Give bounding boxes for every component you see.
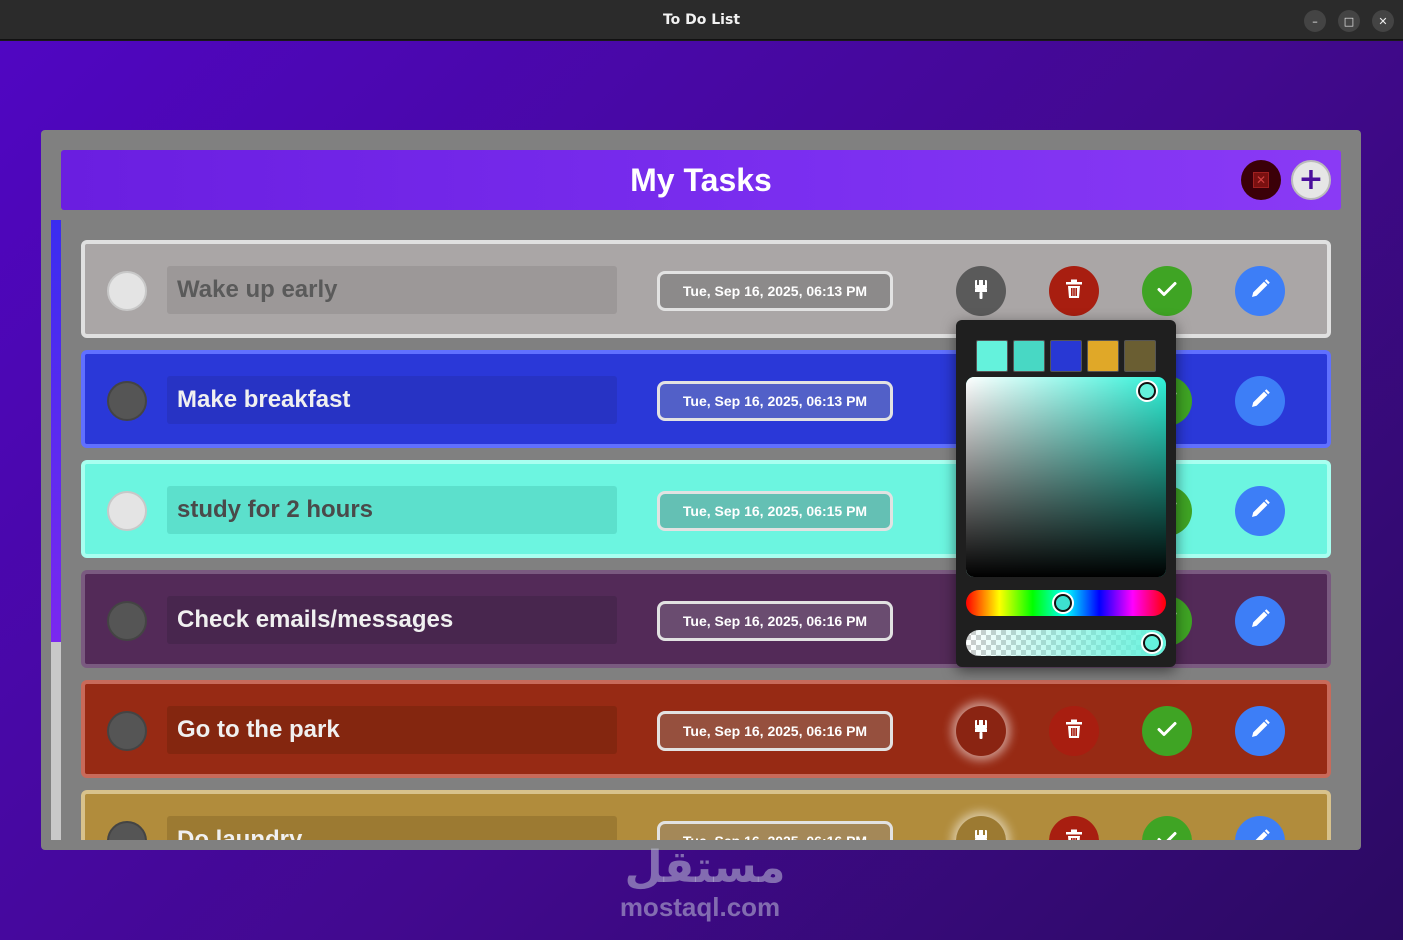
task-name[interactable]: Go to the park [167, 706, 617, 754]
alpha-slider[interactable] [966, 630, 1166, 656]
edit-button[interactable] [1235, 376, 1285, 426]
edit-button[interactable] [1235, 486, 1285, 536]
pencil-icon [1248, 717, 1272, 746]
watermark-logo: مستقل [624, 842, 786, 893]
trash-icon [1062, 717, 1086, 746]
color-button[interactable] [956, 816, 1006, 840]
complete-toggle[interactable] [107, 271, 147, 311]
task-date: Tue, Sep 16, 2025, 06:13 PM [657, 271, 893, 311]
color-swatch[interactable] [1124, 340, 1156, 372]
page-title: My Tasks [630, 162, 772, 198]
edit-button[interactable] [1235, 596, 1285, 646]
app-background: My Tasks ✕ + Wake up early Tue, Sep 16, 2… [0, 41, 1403, 940]
delete-button[interactable] [1049, 706, 1099, 756]
window-titlebar: To Do List – □ ✕ [0, 0, 1403, 40]
complete-button[interactable] [1142, 816, 1192, 840]
check-icon [1155, 277, 1179, 306]
complete-toggle[interactable] [107, 381, 147, 421]
color-swatch[interactable] [976, 340, 1008, 372]
color-button[interactable] [956, 706, 1006, 756]
task-name[interactable]: Do laundry [167, 816, 617, 840]
scrollbar-thumb[interactable] [51, 220, 61, 642]
delete-button[interactable] [1049, 266, 1099, 316]
task-name[interactable]: study for 2 hours [167, 486, 617, 534]
hue-slider[interactable] [966, 590, 1166, 616]
saturation-area[interactable] [966, 377, 1166, 577]
complete-toggle[interactable] [107, 491, 147, 531]
check-icon [1155, 827, 1179, 840]
complete-toggle[interactable] [107, 711, 147, 751]
edit-button[interactable] [1235, 706, 1285, 756]
paint-brush-icon [969, 827, 993, 840]
complete-button[interactable] [1142, 706, 1192, 756]
color-picker-popover [956, 320, 1176, 667]
close-window-button[interactable]: ✕ [1372, 10, 1394, 32]
paint-brush-icon [969, 717, 993, 746]
color-swatch[interactable] [1013, 340, 1045, 372]
saturation-handle[interactable] [1138, 382, 1156, 400]
complete-toggle[interactable] [107, 821, 147, 840]
task-date: Tue, Sep 16, 2025, 06:16 PM [657, 711, 893, 751]
delete-button[interactable] [1049, 816, 1099, 840]
edit-button[interactable] [1235, 266, 1285, 316]
clear-all-icon: ✕ [1253, 172, 1269, 188]
color-button[interactable] [956, 266, 1006, 316]
maximize-button[interactable]: □ [1338, 10, 1360, 32]
tasks-header: My Tasks ✕ + [61, 150, 1341, 210]
task-name[interactable]: Wake up early [167, 266, 617, 314]
edit-button[interactable] [1235, 816, 1285, 840]
complete-button[interactable] [1142, 266, 1192, 316]
minimize-button[interactable]: – [1304, 10, 1326, 32]
color-swatch[interactable] [1050, 340, 1082, 372]
pencil-icon [1248, 497, 1272, 526]
pencil-icon [1248, 827, 1272, 840]
paint-brush-icon [969, 277, 993, 306]
task-row: Do laundryTue, Sep 16, 2025, 06:16 PM [81, 790, 1331, 840]
task-date: Tue, Sep 16, 2025, 06:16 PM [657, 601, 893, 641]
trash-icon [1062, 277, 1086, 306]
hue-handle[interactable] [1054, 594, 1072, 612]
add-task-button[interactable]: + [1291, 160, 1331, 200]
pencil-icon [1248, 277, 1272, 306]
pencil-icon [1248, 607, 1272, 636]
task-name[interactable]: Make breakfast [167, 376, 617, 424]
trash-icon [1062, 827, 1086, 840]
alpha-handle[interactable] [1143, 634, 1161, 652]
check-icon [1155, 717, 1179, 746]
task-date: Tue, Sep 16, 2025, 06:13 PM [657, 381, 893, 421]
watermark-text: mostaql.com [619, 892, 781, 922]
pencil-icon [1248, 387, 1272, 416]
window-title: To Do List [662, 11, 741, 28]
task-date: Tue, Sep 16, 2025, 06:15 PM [657, 491, 893, 531]
complete-toggle[interactable] [107, 601, 147, 641]
clear-all-button[interactable]: ✕ [1241, 160, 1281, 200]
task-row: Go to the park Tue, Sep 16, 2025, 06:16 P… [81, 680, 1331, 778]
task-name[interactable]: Check emails/messages [167, 596, 617, 644]
color-swatch[interactable] [1087, 340, 1119, 372]
